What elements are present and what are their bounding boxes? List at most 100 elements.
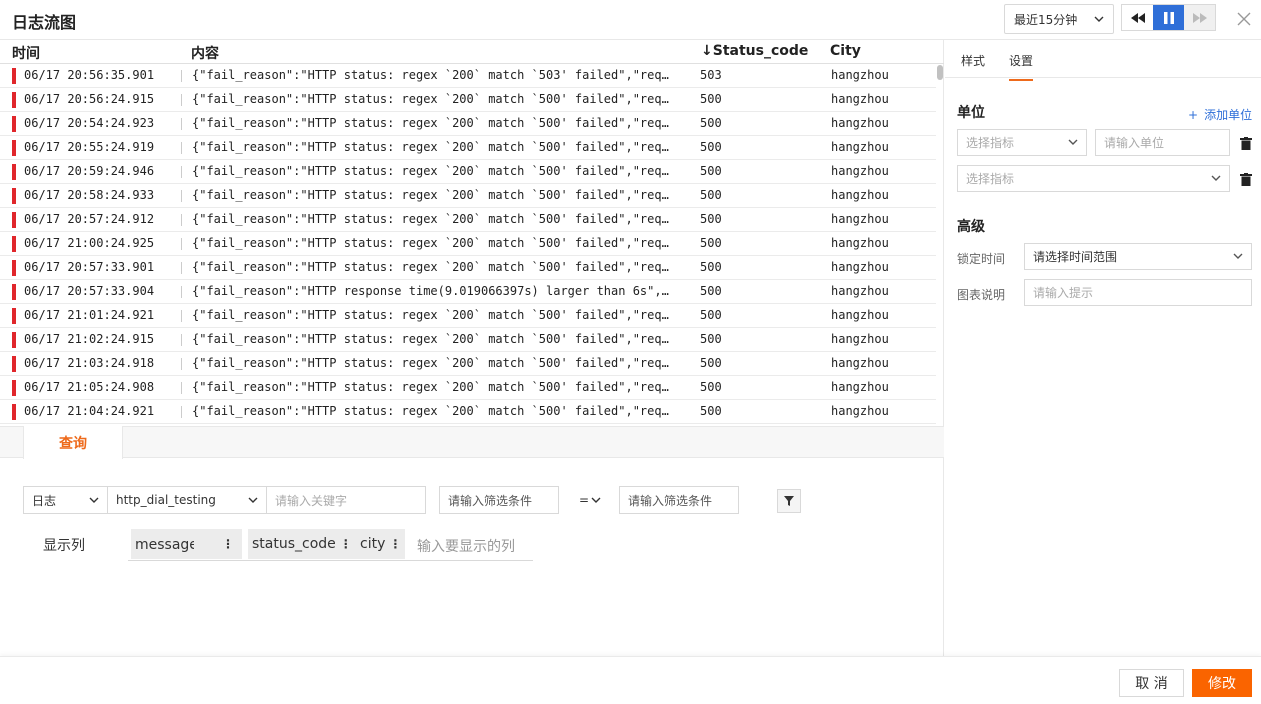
table-row[interactable]: 06/17 20:56:35.901 {"fail_reason":"HTTP s…: [0, 64, 936, 88]
cancel-button[interactable]: 取 消: [1119, 669, 1184, 697]
playback-controls: [1121, 4, 1216, 31]
fast-forward-icon: [1192, 12, 1207, 23]
table-row[interactable]: 06/17 20:54:24.923 {"fail_reason":"HTTP s…: [0, 112, 936, 136]
cell-time: 06/17 20:57:33.904: [24, 284, 155, 298]
chevron-down-icon: [1068, 139, 1078, 145]
trash-icon[interactable]: [1240, 173, 1252, 186]
cell-time: 06/17 20:57:33.901: [24, 260, 155, 274]
metric-select-2[interactable]: 选择指标: [957, 165, 1230, 192]
keyword-input[interactable]: 请输入关键字: [266, 486, 426, 514]
index-select[interactable]: http_dial_testing: [107, 486, 267, 514]
cell-time: 06/17 21:04:24.921: [24, 404, 155, 418]
columns-input-placeholder[interactable]: 输入要显示的列: [417, 536, 515, 556]
add-unit-button[interactable]: + 添加单位: [1188, 106, 1252, 123]
filter-value-input[interactable]: 请输入筛选条件: [619, 486, 739, 514]
table-row[interactable]: 06/17 21:04:24.921 {"fail_reason":"HTTP s…: [0, 400, 936, 424]
column-header-content[interactable]: 内容: [191, 43, 219, 63]
rewind-button[interactable]: [1122, 5, 1153, 30]
lock-time-label: 锁定时间: [957, 252, 1006, 266]
cell-city: hangzhou: [831, 164, 889, 178]
column-header-city[interactable]: City: [830, 43, 861, 59]
scrollbar-thumb[interactable]: [937, 65, 943, 80]
cell-content: {"fail_reason":"HTTP status: regex `200`…: [192, 68, 669, 82]
error-level-bar: [12, 284, 16, 300]
column-header-time[interactable]: 时间: [12, 43, 40, 63]
table-row[interactable]: 06/17 20:56:24.915 {"fail_reason":"HTTP s…: [0, 88, 936, 112]
table-row[interactable]: 06/17 20:57:33.901 {"fail_reason":"HTTP s…: [0, 256, 936, 280]
unit-section-title: 单位: [957, 105, 985, 121]
error-level-bar: [12, 140, 16, 156]
filter-button[interactable]: [777, 489, 801, 513]
cell-content: {"fail_reason":"HTTP status: regex `200`…: [192, 308, 669, 322]
column-header-status[interactable]: ↓Status_code: [701, 43, 808, 59]
column-chip-label: status_code: [252, 536, 336, 552]
table-row[interactable]: 06/17 20:59:24.946 {"fail_reason":"HTTP s…: [0, 160, 936, 184]
tab-style[interactable]: 样式: [961, 52, 985, 69]
source-type-select[interactable]: 日志: [23, 486, 108, 514]
lock-time-select[interactable]: 请选择时间范围: [1024, 243, 1252, 270]
unit-input[interactable]: 请输入单位: [1095, 129, 1230, 156]
fast-forward-button[interactable]: [1184, 5, 1215, 30]
error-level-bar: [12, 380, 16, 396]
cell-city: hangzhou: [831, 404, 889, 418]
chevron-down-icon: [1211, 175, 1221, 181]
table-row[interactable]: 06/17 21:00:24.925 {"fail_reason":"HTTP s…: [0, 232, 936, 256]
table-header: 时间 内容 ↓Status_code City: [0, 40, 944, 64]
time-range-select[interactable]: 最近15分钟: [1004, 4, 1114, 34]
more-vertical-icon[interactable]: ⋮: [222, 537, 234, 551]
table-row[interactable]: 06/17 21:03:24.918 {"fail_reason":"HTTP s…: [0, 352, 936, 376]
cell-content: {"fail_reason":"HTTP status: regex `200`…: [192, 116, 669, 130]
cell-content: {"fail_reason":"HTTP status: regex `200`…: [192, 164, 669, 178]
rewind-icon: [1130, 12, 1145, 23]
close-icon[interactable]: [1236, 11, 1252, 27]
cell-time: 06/17 20:54:24.923: [24, 116, 155, 130]
table-row[interactable]: 06/17 20:57:33.904 {"fail_reason":"HTTP r…: [0, 280, 936, 304]
cell-status: 500: [700, 308, 722, 322]
operator-select[interactable]: =: [579, 493, 601, 507]
table-row[interactable]: 06/17 20:58:24.933 {"fail_reason":"HTTP s…: [0, 184, 936, 208]
index-value: http_dial_testing: [116, 493, 216, 507]
column-divider: [181, 142, 182, 154]
cell-status: 500: [700, 164, 722, 178]
cell-content: {"fail_reason":"HTTP status: regex `200`…: [192, 404, 669, 418]
cell-status: 500: [700, 284, 722, 298]
cell-city: hangzhou: [831, 188, 889, 202]
column-chip-message-menu[interactable]: ⋮: [194, 529, 242, 559]
unit-placeholder: 请输入单位: [1104, 136, 1165, 150]
more-vertical-icon[interactable]: ⋮: [340, 537, 352, 551]
table-row[interactable]: 06/17 21:05:24.908 {"fail_reason":"HTTP s…: [0, 376, 936, 400]
filter-field-input[interactable]: 请输入筛选条件: [439, 486, 559, 514]
advanced-section-title: 高级: [957, 219, 985, 235]
error-level-bar: [12, 212, 16, 228]
table-row[interactable]: 06/17 20:55:24.919 {"fail_reason":"HTTP s…: [0, 136, 936, 160]
cell-time: 06/17 20:56:24.915: [24, 92, 155, 106]
column-divider: [181, 358, 182, 370]
cell-city: hangzhou: [831, 260, 889, 274]
settings-tabs: 样式 设置: [945, 40, 1261, 81]
error-level-bar: [12, 116, 16, 132]
table-row[interactable]: 06/17 20:57:24.912 {"fail_reason":"HTTP s…: [0, 208, 936, 232]
column-chip-city[interactable]: city ⋮: [356, 529, 406, 559]
sort-desc-icon: ↓: [701, 43, 713, 59]
keyword-placeholder: 请输入关键字: [275, 493, 348, 508]
table-row[interactable]: 06/17 21:01:24.921 {"fail_reason":"HTTP s…: [0, 304, 936, 328]
table-row[interactable]: 06/17 21:02:24.915 {"fail_reason":"HTTP s…: [0, 328, 936, 352]
pause-button[interactable]: [1153, 5, 1184, 30]
column-divider: [181, 214, 182, 226]
display-columns-field[interactable]: message内容 ⋮ status_code ⋮ city ⋮ 输入要显示的列: [128, 528, 533, 561]
cell-content: {"fail_reason":"HTTP status: regex `200`…: [192, 212, 669, 226]
column-chip-status-code[interactable]: status_code ⋮: [248, 529, 356, 559]
confirm-button[interactable]: 修改: [1192, 669, 1252, 697]
column-divider: [181, 334, 182, 346]
trash-icon[interactable]: [1240, 137, 1252, 150]
table-scrollbar[interactable]: [936, 64, 944, 426]
chart-desc-input[interactable]: 请输入提示: [1024, 279, 1252, 306]
tab-settings[interactable]: 设置: [1009, 52, 1034, 81]
chart-desc-placeholder: 请输入提示: [1033, 286, 1094, 300]
more-vertical-icon[interactable]: ⋮: [389, 537, 401, 551]
tab-query[interactable]: 查询: [23, 426, 123, 459]
metric-placeholder: 选择指标: [966, 172, 1015, 186]
metric-select-1[interactable]: 选择指标: [957, 129, 1087, 156]
dialog-header: 日志流图 最近15分钟: [0, 0, 1261, 40]
column-chip-message[interactable]: message内容: [131, 529, 226, 559]
